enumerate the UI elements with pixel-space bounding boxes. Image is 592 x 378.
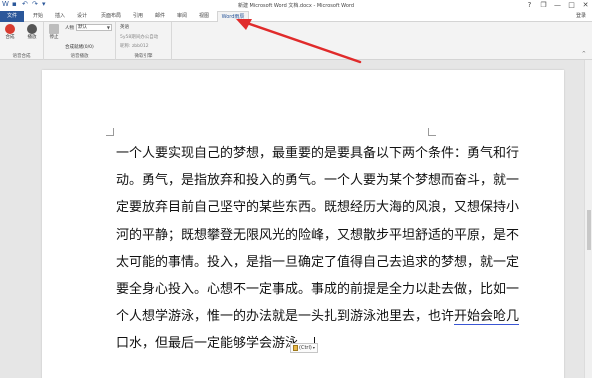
paragraph-line: 要全身心投入。心想不一定事成。事成的前提是全力以赴去做，比如一 (116, 282, 520, 298)
record-icon (5, 24, 15, 34)
synth-status: 合成就绪(0/0) (65, 45, 94, 50)
vertical-scrollbar[interactable] (584, 60, 592, 378)
document-page[interactable]: 一个人要实现自己的梦想，最重要的是要具备以下两个条件：勇气和行 动。勇气，是指放… (42, 70, 564, 378)
close-button[interactable]: ✕ (581, 1, 590, 9)
paragraph-line: 动。勇气，是指放弃和投入的勇气。一个人要为某个梦想而奋斗，就一 (116, 173, 520, 189)
paragraph-line: 一个人要实现自己的梦想，最重要的是要具备以下两个条件：勇气和行 (116, 146, 520, 161)
paragraph-line-text: 口水，但最后一定能够学会游泳。 (116, 336, 312, 352)
group-speech-playback: 停止 人物 默认 ▼ 合成就绪(0/0) 语音播放 (44, 22, 116, 60)
window-title: 新建 Microsoft Word 文档.docx - Microsoft Wo… (237, 3, 355, 9)
group-microsoft-engine: 英语 5y58期间办公自动 昵称: zbb012 微软引擎 (116, 22, 172, 60)
tab-page-layout[interactable]: 页面布局 (96, 11, 126, 22)
tab-view[interactable]: 视图 (194, 11, 214, 22)
synthesize-button[interactable]: 合成 (2, 24, 18, 40)
tab-file[interactable]: 文件 (0, 11, 24, 22)
person-label: 人物 (65, 26, 74, 31)
chevron-down-icon: ▾ (312, 345, 315, 350)
grammar-underlined-text: 开始会呛几 (454, 309, 520, 326)
tab-insert[interactable]: 插入 (50, 11, 70, 22)
engine-info-line2: 昵称: zbb012 (120, 44, 149, 49)
document-body[interactable]: 一个人要实现自己的梦想，最重要的是要具备以下两个条件：勇气和行 动。勇气，是指放… (116, 140, 520, 358)
stop-icon (49, 24, 59, 34)
play-label: 播放 (27, 35, 37, 40)
language-label: 英语 (120, 25, 129, 30)
paragraph-line-text: 个人想学游泳，惟一的办法就是一头扎到游泳池里去，也许 (116, 309, 455, 325)
synthesize-label: 合成 (5, 35, 15, 40)
group-label-playback: 语音播放 (70, 54, 89, 59)
play-icon (27, 24, 37, 34)
paste-options-label: (Ctrl) (299, 345, 312, 351)
person-select-value: 默认 (78, 25, 87, 30)
document-workspace: 一个人要实现自己的梦想，最重要的是要具备以下两个条件：勇气和行 动。勇气，是指放… (0, 60, 592, 378)
ribbon: 合成 播放 语音合成 停止 人物 默认 ▼ 合成就绪(0/0) 语音播放 英语 (0, 22, 592, 60)
clipboard-icon (293, 345, 298, 351)
restore-ribbon-button[interactable]: ❐ (539, 1, 548, 9)
crop-mark-top-right (428, 128, 436, 136)
word-window: W ▪ ↶ ↷ ▾ 新建 Microsoft Word 文档.docx - Mi… (0, 0, 592, 378)
tab-references[interactable]: 引用 (128, 11, 148, 22)
paragraph-line: 口水，但最后一定能够学会游泳。 (116, 330, 448, 357)
tab-review[interactable]: 审阅 (172, 11, 192, 22)
stop-button[interactable]: 停止 (46, 24, 62, 40)
scrollbar-thumb[interactable] (587, 210, 591, 250)
engine-info-line1: 5y58期间办公自动 (120, 35, 159, 40)
tab-design[interactable]: 设计 (72, 11, 92, 22)
collapse-ribbon-icon[interactable]: ^ (582, 51, 586, 57)
tab-home[interactable]: 开始 (28, 11, 48, 22)
paragraph-line: 定要放弃目前自己坚守的某些东西。既想经历大海的风浪，又想保持小 (116, 200, 520, 216)
group-label-synthesis: 语音合成 (12, 54, 31, 59)
paragraph-line: 河的平静；既想攀登无限风光的险峰，又想散步平坦舒适的平原，是不 (116, 227, 520, 243)
group-label-engine: 微软引擎 (134, 54, 153, 59)
person-select[interactable]: 默认 ▼ (76, 24, 112, 31)
help-button[interactable]: ? (525, 1, 534, 9)
minimize-button[interactable]: — (553, 1, 562, 9)
maximize-button[interactable]: □ (567, 1, 576, 9)
tab-mailings[interactable]: 邮件 (150, 11, 170, 22)
stop-label: 停止 (49, 35, 59, 40)
ribbon-tabs: 文件 开始 插入 设计 页面布局 引用 邮件 审阅 视图 Word雨辰 登录 (0, 11, 592, 23)
group-speech-synthesis: 合成 播放 语音合成 (0, 22, 44, 60)
crop-mark-top-left (106, 128, 114, 136)
title-bar: W ▪ ↶ ↷ ▾ 新建 Microsoft Word 文档.docx - Mi… (0, 0, 592, 11)
sign-in-link[interactable]: 登录 (576, 11, 586, 22)
chevron-down-icon: ▼ (106, 25, 110, 30)
play-button[interactable]: 播放 (24, 24, 40, 40)
window-controls: ? ❐ — □ ✕ (525, 1, 590, 9)
paste-options-button[interactable]: (Ctrl) ▾ (290, 343, 318, 353)
paragraph-line: 太可能的事情。投入，是指一旦确定了值得自己去追求的梦想，就一定 (116, 254, 520, 270)
paragraph-line: 个人想学游泳，惟一的办法就是一头扎到游泳池里去，也许开始会呛几 (116, 303, 520, 330)
